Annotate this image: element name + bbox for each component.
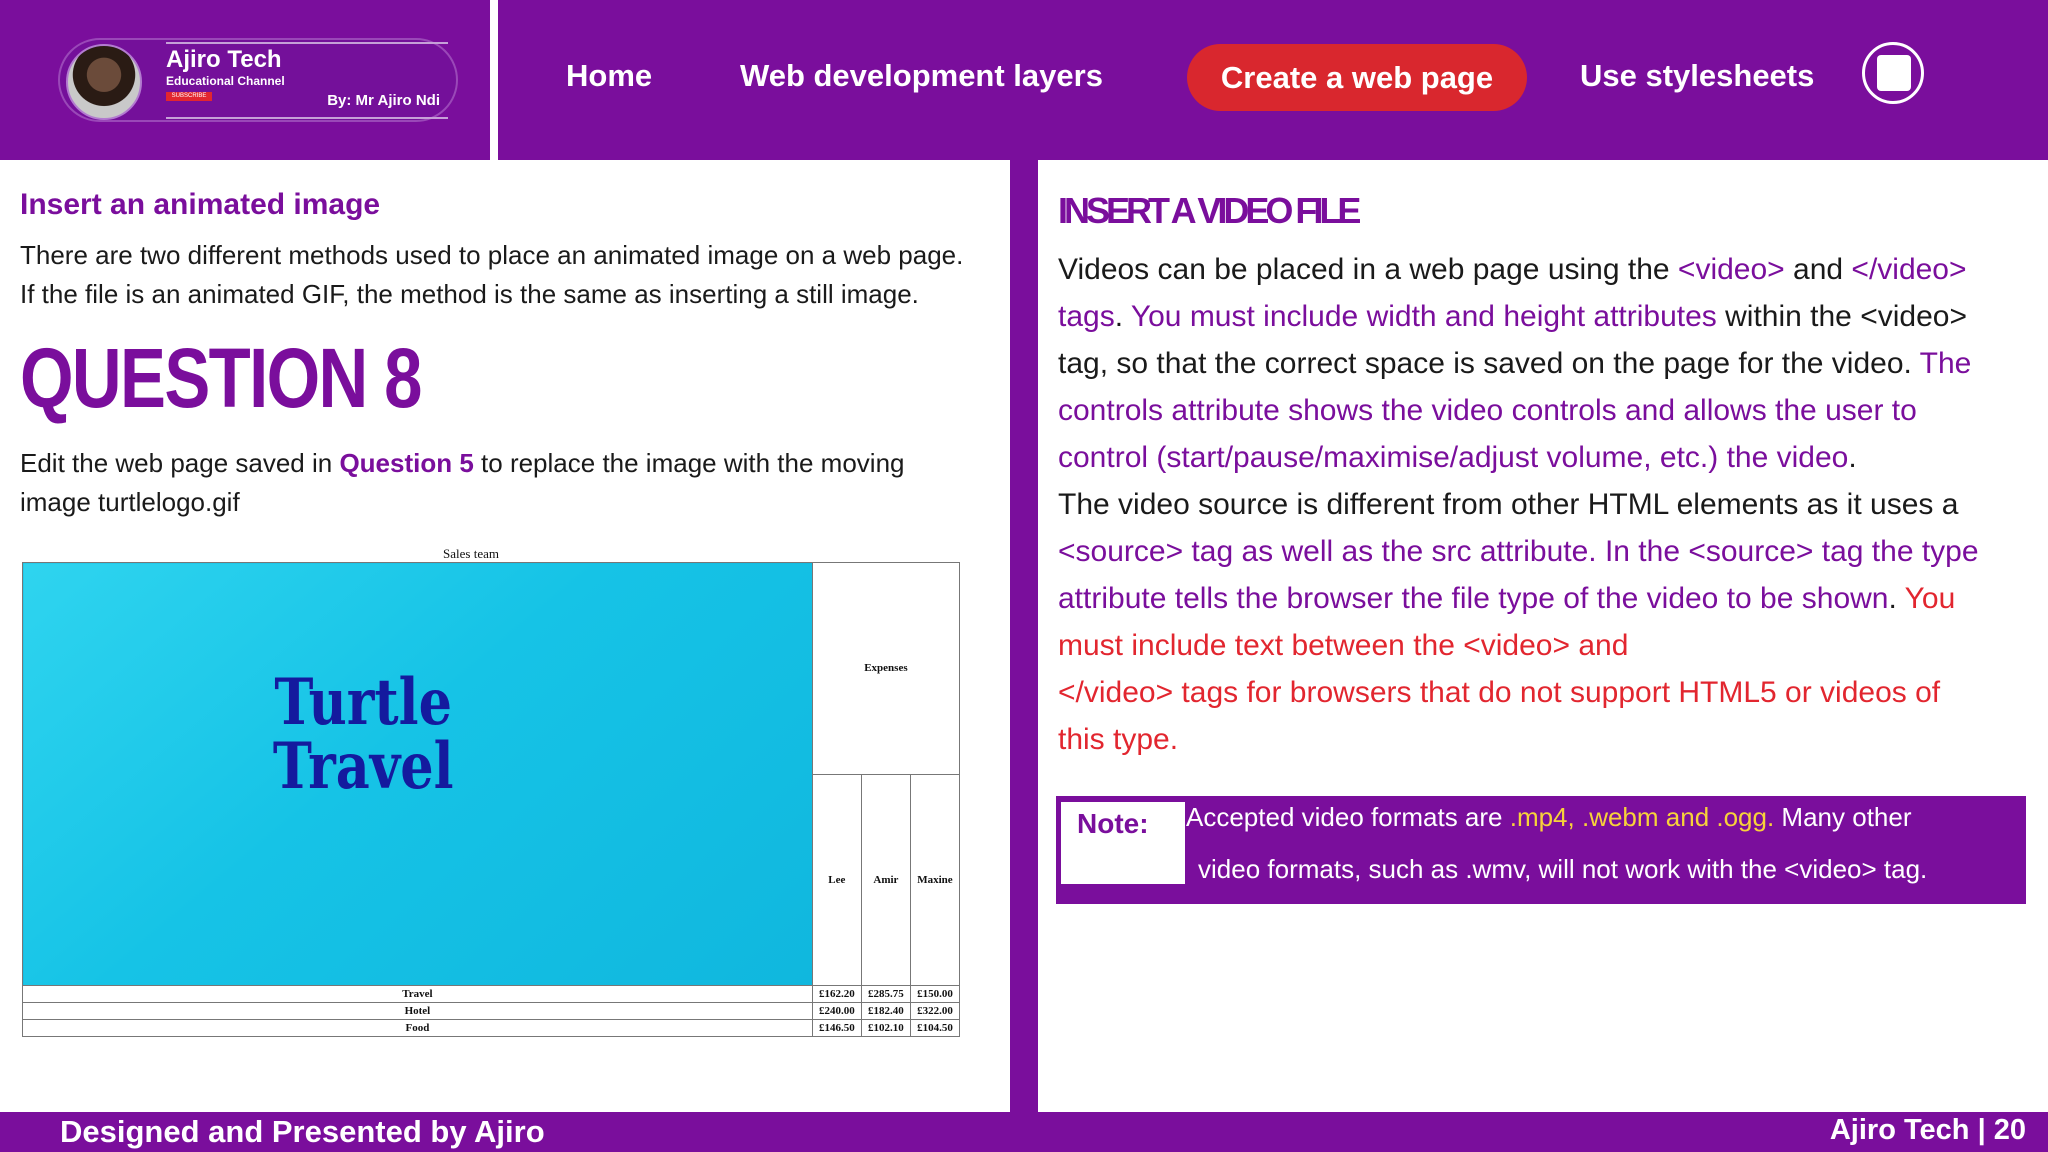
left-panel: Insert an animated image There are two d… xyxy=(0,160,1010,1112)
note-label: Note: xyxy=(1077,808,1149,839)
footer-credit: Designed and Presented by Ajiro xyxy=(60,1114,545,1149)
section-heading-video: INSERT A VIDEO FILE xyxy=(1058,190,1361,231)
logo-word-1: Turtle xyxy=(274,665,452,740)
question-text-line2: image turtlelogo.gif xyxy=(20,487,240,517)
text-line: tag, so that the correct space is saved … xyxy=(1058,340,2038,387)
text-line: The video source is different from other… xyxy=(1058,488,1959,521)
code-video-open: <video> xyxy=(1677,253,1785,286)
brand-byline: By: Mr Ajiro Ndi xyxy=(327,92,440,109)
note-formats: .mp4, .webm and .ogg. xyxy=(1509,802,1775,832)
note-box: Note: Accepted video formats are .mp4, .… xyxy=(1056,796,2026,904)
table-caption: Sales team xyxy=(443,546,499,561)
cell: £162.20 xyxy=(811,985,862,1003)
text-line: tags. You must include width and height … xyxy=(1058,293,2038,340)
footer: Designed and Presented by Ajiro Ajiro Te… xyxy=(0,1112,2048,1152)
text-span: Videos can be placed in a web page using… xyxy=(1058,253,1678,286)
text-span: . xyxy=(1888,582,1905,615)
text-line: </video> tags for browsers that do not s… xyxy=(1058,676,1941,709)
sales-table-figure: Sales team Turtle Travel Expenses Lee Am… xyxy=(22,546,961,1037)
text-span: attribute tells the browser the file typ… xyxy=(1058,582,1889,615)
cell: £182.40 xyxy=(860,1002,911,1020)
text-line: control (start/pause/maximise/adjust vol… xyxy=(1058,434,2038,481)
video-instructions: Videos can be placed in a web page using… xyxy=(1058,246,2038,763)
section-heading: Insert an animated image xyxy=(20,188,381,221)
nav-web-development-layers[interactable]: Web development layers xyxy=(740,58,1103,94)
intro-line-1: There are two different methods used to … xyxy=(20,240,964,270)
cell: £104.50 xyxy=(909,1019,961,1037)
brand-rule-top xyxy=(166,42,448,44)
cell: £322.00 xyxy=(909,1002,961,1020)
col-maxine: Maxine xyxy=(909,773,961,986)
cell: £285.75 xyxy=(860,985,911,1003)
intro-line-2: If the file is an animated GIF, the meth… xyxy=(20,279,919,309)
intro-paragraph: There are two different methods used to … xyxy=(20,236,1000,314)
text-span: within the <video> xyxy=(1716,300,1967,333)
text-span: tags xyxy=(1058,300,1115,333)
nav-use-stylesheets[interactable]: Use stylesheets xyxy=(1580,58,1814,94)
text-line: this type. xyxy=(1058,723,1179,756)
text-line: attribute tells the browser the file typ… xyxy=(1058,575,2038,622)
avatar xyxy=(66,44,142,120)
cell: £240.00 xyxy=(811,1002,862,1020)
text-span: The xyxy=(1919,347,1972,380)
text-span: tag, so that the correct space is saved … xyxy=(1058,347,1920,380)
question-ref: Question 5 xyxy=(339,448,474,478)
row-label-hotel: Hotel xyxy=(22,1002,813,1020)
question-title: QUESTION 8 xyxy=(20,331,422,425)
footer-page: Ajiro Tech | 20 xyxy=(1829,1114,2026,1146)
note-line-2: video formats, such as .wmv, will not wo… xyxy=(1198,854,1928,884)
col-amir: Amir xyxy=(860,773,911,986)
nav-create-web-page[interactable]: Create a web page xyxy=(1187,44,1527,111)
channel-brand[interactable]: Ajiro Tech Educational Channel SUBSCRIBE… xyxy=(58,38,458,122)
brand-rule-bottom xyxy=(166,117,448,119)
cell: £146.50 xyxy=(811,1019,862,1037)
subscribe-button[interactable]: SUBSCRIBE xyxy=(166,92,212,101)
nav-home[interactable]: Home xyxy=(566,58,652,94)
cell: £150.00 xyxy=(909,985,961,1003)
cell: £102.10 xyxy=(860,1019,911,1037)
text-span: You xyxy=(1904,582,1956,615)
header-divider xyxy=(490,0,498,160)
question-text: Edit the web page saved in Question 5 to… xyxy=(20,444,1000,522)
text-span: and xyxy=(1784,253,1852,286)
text-line: must include text between the <video> an… xyxy=(1058,629,1629,662)
note-text: Many other xyxy=(1774,802,1912,832)
row-label-food: Food xyxy=(22,1019,813,1037)
brand-subtitle: Educational Channel xyxy=(166,74,285,88)
row-label-travel: Travel xyxy=(22,985,813,1003)
text-line: <source> tag as well as the src attribut… xyxy=(1058,535,1979,568)
turtle-travel-image: Turtle Travel xyxy=(22,562,813,986)
text-line: Videos can be placed in a web page using… xyxy=(1058,246,2038,293)
question-text-post: to replace the image with the moving xyxy=(473,448,905,478)
sales-table: Turtle Travel Expenses Lee Amir Maxine T… xyxy=(22,562,961,1037)
text-line: controls attribute shows the video contr… xyxy=(1058,394,1917,427)
text-span: You must include width and height attrib… xyxy=(1130,300,1717,333)
turtle-logo-text: Turtle Travel xyxy=(273,671,454,799)
header: Ajiro Tech Educational Channel SUBSCRIBE… xyxy=(0,0,2048,160)
col-lee: Lee xyxy=(811,773,862,986)
menu-circle-icon[interactable] xyxy=(1862,42,1924,104)
note-line-1: Accepted video formats are .mp4, .webm a… xyxy=(1186,796,1912,838)
question-text-pre: Edit the web page saved in xyxy=(20,448,340,478)
brand-title: Ajiro Tech xyxy=(166,46,282,73)
text-span: . xyxy=(1848,441,1857,474)
code-video-close: </video> xyxy=(1851,253,1967,286)
text-span: control (start/pause/maximise/adjust vol… xyxy=(1058,441,1849,474)
expenses-header: Expenses xyxy=(811,562,961,775)
note-text: Accepted video formats are xyxy=(1186,802,1510,832)
logo-word-2: Travel xyxy=(272,729,454,804)
right-panel: INSERT A VIDEO FILE Videos can be placed… xyxy=(1038,160,2048,1112)
text-span: . xyxy=(1114,300,1131,333)
